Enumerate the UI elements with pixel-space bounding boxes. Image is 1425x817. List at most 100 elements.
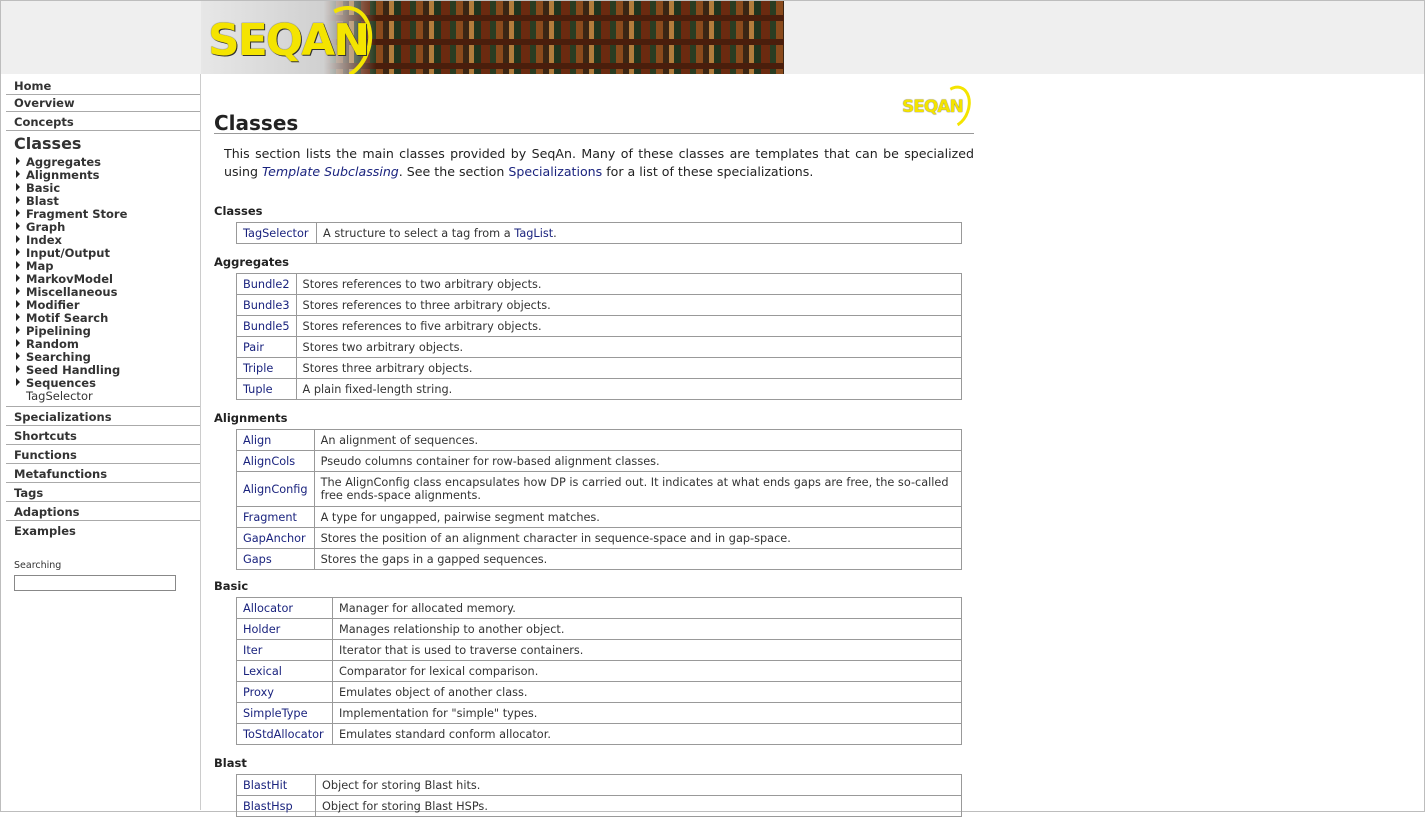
sidebar-item-tags[interactable]: Tags bbox=[6, 484, 200, 502]
class-description: Manager for allocated memory. bbox=[332, 597, 962, 619]
class-description: Stores two arbitrary objects. bbox=[295, 336, 963, 358]
class-link[interactable]: AlignConfig bbox=[236, 471, 315, 507]
class-description: Stores references to five arbitrary obje… bbox=[295, 315, 963, 337]
expand-triangle-icon bbox=[16, 170, 20, 178]
sidebar-item-adaptions[interactable]: Adaptions bbox=[6, 503, 200, 521]
table-row: Triple Stores three arbitrary objects. bbox=[236, 357, 963, 379]
class-description: Object for storing Blast HSPs. bbox=[315, 795, 962, 817]
class-link[interactable]: Holder bbox=[236, 618, 333, 640]
class-link[interactable]: Bundle2 bbox=[236, 273, 297, 295]
seqan-corner-logo: SEQAN bbox=[902, 80, 977, 134]
taglist-link[interactable]: TagList bbox=[514, 227, 553, 240]
sidebar-item-metafunctions[interactable]: Metafunctions bbox=[6, 465, 200, 483]
sidebar-subitem-label: Searching bbox=[26, 350, 91, 364]
class-link[interactable]: Pair bbox=[236, 336, 297, 358]
class-description: A structure to select a tag from a TagLi… bbox=[316, 222, 962, 244]
template-subclassing-link[interactable]: Template Subclassing bbox=[262, 164, 399, 179]
class-link[interactable]: GapAnchor bbox=[236, 527, 315, 549]
class-description: Comparator for lexical comparison. bbox=[332, 660, 962, 682]
expand-triangle-icon bbox=[16, 313, 20, 321]
class-link[interactable]: TagSelector bbox=[236, 222, 317, 244]
sidebar-item-overview[interactable]: Overview bbox=[6, 94, 200, 112]
class-link[interactable]: Lexical bbox=[236, 660, 333, 682]
section-title-classes: Classes bbox=[214, 204, 263, 218]
corner-logo-text: SEQAN bbox=[902, 97, 964, 117]
sidebar-subitem-tagselector[interactable]: TagSelector bbox=[26, 390, 93, 403]
table-row: SimpleType Implementation for "simple" ty… bbox=[236, 702, 962, 724]
sidebar-item-shortcuts[interactable]: Shortcuts bbox=[6, 427, 200, 445]
class-description: An alignment of sequences. bbox=[313, 429, 963, 451]
expand-triangle-icon bbox=[16, 235, 20, 243]
expand-triangle-icon bbox=[16, 274, 20, 282]
class-link[interactable]: Align bbox=[236, 429, 315, 451]
expand-triangle-icon bbox=[16, 352, 20, 360]
expand-triangle-icon bbox=[16, 248, 20, 256]
sidebar-item-functions[interactable]: Functions bbox=[6, 446, 200, 464]
table-row: Gaps Stores the gaps in a gapped sequence… bbox=[236, 548, 963, 570]
sidebar-item-specializations[interactable]: Specializations bbox=[6, 408, 200, 426]
table-row: Lexical Comparator for lexical comparison… bbox=[236, 660, 962, 682]
sidebar-subitem-label: Index bbox=[26, 233, 62, 247]
table-row: AlignConfig The AlignConfig class encapsu… bbox=[236, 471, 963, 507]
class-description: Emulates object of another class. bbox=[332, 681, 962, 703]
expand-triangle-icon bbox=[16, 261, 20, 269]
sidebar-divider bbox=[6, 406, 200, 407]
class-description: Pseudo columns container for row-based a… bbox=[313, 450, 963, 472]
class-description: Stores the gaps in a gapped sequences. bbox=[313, 548, 963, 570]
aggregates-table: Bundle2 Stores references to two arbitrar… bbox=[236, 273, 963, 400]
table-row: Tuple A plain fixed-length string. bbox=[236, 378, 963, 400]
table-row: TagSelector A structure to select a tag … bbox=[236, 222, 962, 244]
sidebar-subitem-label: Seed Handling bbox=[26, 363, 121, 377]
class-description: The AlignConfig class encapsulates how D… bbox=[313, 471, 963, 507]
classes-table: TagSelector A structure to select a tag … bbox=[236, 222, 962, 244]
class-link[interactable]: Triple bbox=[236, 357, 297, 379]
sidebar-item-examples[interactable]: Examples bbox=[6, 522, 200, 540]
table-row: Iter Iterator that is used to traverse co… bbox=[236, 639, 962, 661]
sidebar-item-concepts[interactable]: Concepts bbox=[6, 113, 200, 131]
sidebar-subitem-label: Graph bbox=[26, 220, 66, 234]
class-link[interactable]: Bundle5 bbox=[236, 315, 297, 337]
sidebar-subitem-label: MarkovModel bbox=[26, 272, 113, 286]
table-row: Bundle3 Stores references to three arbitr… bbox=[236, 294, 963, 316]
class-link[interactable]: Bundle3 bbox=[236, 294, 297, 316]
intro-text: . See the section bbox=[398, 164, 509, 179]
sidebar-item-home[interactable]: Home bbox=[6, 77, 200, 95]
table-row: Fragment A type for ungapped, pairwise se… bbox=[236, 506, 963, 528]
class-link[interactable]: SimpleType bbox=[236, 702, 333, 724]
class-description: Stores references to three arbitrary obj… bbox=[295, 294, 963, 316]
blast-table: BlastHit Object for storing Blast hits. B… bbox=[236, 774, 962, 817]
table-row: Holder Manages relationship to another ob… bbox=[236, 618, 962, 640]
class-description: A plain fixed-length string. bbox=[295, 378, 963, 400]
class-link[interactable]: BlastHsp bbox=[236, 795, 316, 817]
sidebar-subitem-label: Fragment Store bbox=[26, 207, 128, 221]
class-link[interactable]: Proxy bbox=[236, 681, 333, 703]
alignments-table: Align An alignment of sequences. AlignCol… bbox=[236, 429, 963, 570]
sidebar-item-classes[interactable]: Classes bbox=[6, 132, 200, 156]
expand-triangle-icon bbox=[16, 365, 20, 373]
intro-paragraph: This section lists the main classes prov… bbox=[224, 145, 974, 181]
table-row: Bundle2 Stores references to two arbitrar… bbox=[236, 273, 963, 295]
expand-triangle-icon bbox=[16, 300, 20, 308]
expand-triangle-icon bbox=[16, 183, 20, 191]
class-link[interactable]: Allocator bbox=[236, 597, 333, 619]
section-title-blast: Blast bbox=[214, 756, 247, 770]
table-row: Bundle5 Stores references to five arbitra… bbox=[236, 315, 963, 337]
class-link[interactable]: Tuple bbox=[236, 378, 297, 400]
search-input[interactable] bbox=[14, 575, 176, 591]
section-title-aggregates: Aggregates bbox=[214, 255, 289, 269]
class-link[interactable]: BlastHit bbox=[236, 774, 316, 796]
page-title: Classes bbox=[214, 111, 299, 135]
class-description: Stores the position of an alignment char… bbox=[313, 527, 963, 549]
table-row: Pair Stores two arbitrary objects. bbox=[236, 336, 963, 358]
expand-triangle-icon bbox=[16, 209, 20, 217]
specializations-link[interactable]: Specializations bbox=[508, 164, 602, 179]
table-row: Align An alignment of sequences. bbox=[236, 429, 963, 451]
class-description: A type for ungapped, pairwise segment ma… bbox=[313, 506, 963, 528]
seqan-banner[interactable]: SEQAN bbox=[201, 1, 784, 74]
description-text: A structure to select a tag from a bbox=[323, 226, 515, 240]
class-link[interactable]: ToStdAllocator bbox=[236, 723, 333, 745]
class-link[interactable]: Fragment bbox=[236, 506, 315, 528]
class-link[interactable]: AlignCols bbox=[236, 450, 315, 472]
class-link[interactable]: Gaps bbox=[236, 548, 315, 570]
class-link[interactable]: Iter bbox=[236, 639, 333, 661]
